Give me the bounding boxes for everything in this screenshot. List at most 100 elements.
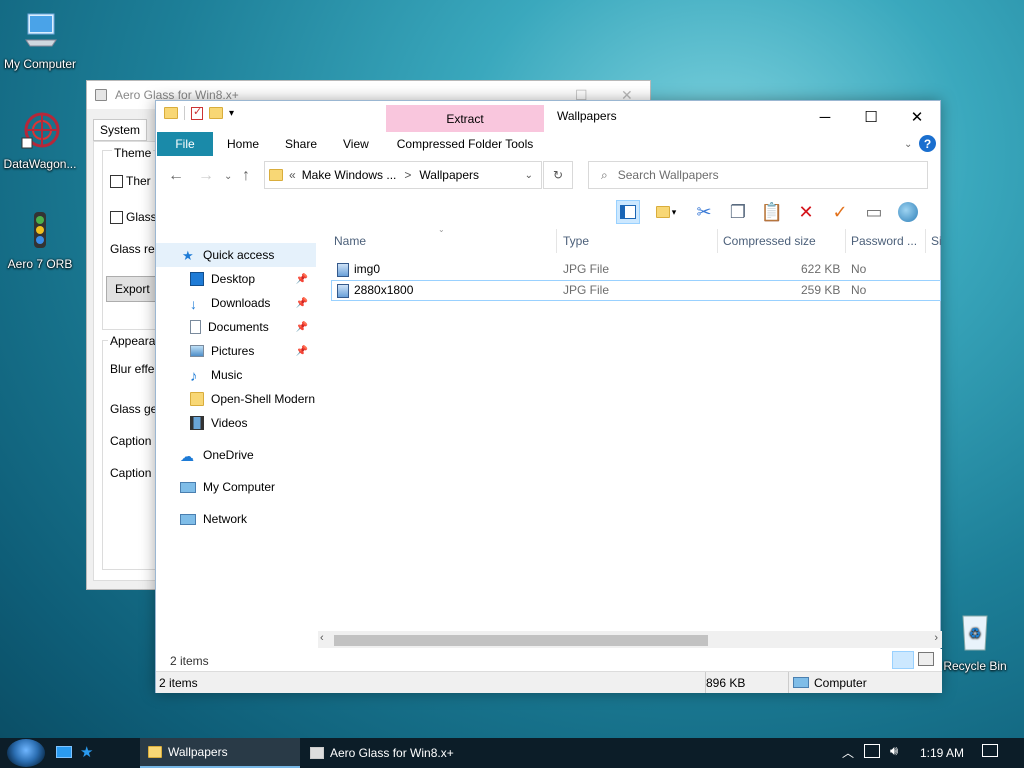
network-tray-icon[interactable]: [864, 744, 880, 758]
quick-launch-star-icon[interactable]: ★: [80, 743, 93, 761]
image-file-icon: [337, 283, 349, 298]
nav-downloads[interactable]: ↓ Downloads 📌: [156, 291, 316, 315]
nav-quick-access[interactable]: ★ Quick access: [156, 243, 316, 267]
nav-music[interactable]: ♪ Music: [156, 363, 316, 387]
back-arrow-icon[interactable]: ←: [168, 167, 184, 185]
nav-documents[interactable]: Documents 📌: [156, 315, 316, 339]
nav-onedrive[interactable]: ☁ OneDrive: [156, 443, 316, 467]
file-type-cell: JPG File: [563, 262, 610, 276]
details-view-icon[interactable]: [892, 651, 914, 669]
breadcrumb-separator-icon[interactable]: >: [404, 168, 411, 182]
music-icon: ♪: [190, 368, 198, 385]
help-icon[interactable]: ?: [919, 135, 936, 152]
caption-label-2: Caption: [110, 466, 152, 480]
tab-compressed-folder-tools[interactable]: Compressed Folder Tools: [386, 132, 544, 156]
checkbox-label: Glass: [126, 210, 157, 224]
check-icon[interactable]: ✓: [828, 200, 852, 224]
explorer-window[interactable]: ✓ ▾ Extract Wallpapers ─ ☐ ✕ File Home S…: [155, 100, 942, 693]
start-orb-icon[interactable]: [7, 739, 45, 767]
theme-checkbox[interactable]: Ther: [110, 174, 151, 189]
videos-icon: [190, 416, 204, 430]
show-desktop-icon[interactable]: [56, 746, 72, 758]
horizontal-scrollbar[interactable]: ‹ ›: [318, 631, 942, 648]
forward-arrow-icon[interactable]: →: [198, 167, 214, 185]
window-title: Wallpapers: [557, 109, 617, 123]
nav-open-shell[interactable]: Open-Shell Modern: [156, 387, 316, 411]
glass-geometry-label: Glass ge: [110, 402, 158, 416]
file-row[interactable]: img0 JPG File 622 KB No: [331, 259, 941, 280]
nav-videos[interactable]: Videos: [156, 411, 316, 435]
address-bar[interactable]: « Make Windows ... > Wallpapers ⌄: [264, 161, 542, 189]
minimize-icon[interactable]: ─: [802, 105, 848, 129]
status-size: 896 KB: [706, 676, 746, 690]
pin-icon[interactable]: 📌: [296, 346, 308, 357]
column-header-compressed-size[interactable]: Compressed size: [718, 229, 846, 253]
tab-file[interactable]: File: [157, 132, 213, 156]
breadcrumb-segment[interactable]: Wallpapers: [419, 168, 479, 182]
search-box[interactable]: ⌕ Search Wallpapers: [588, 161, 928, 189]
nav-my-computer[interactable]: My Computer: [156, 475, 316, 499]
nav-label: Network: [203, 512, 248, 526]
scrollbar-thumb[interactable]: [334, 635, 708, 646]
explorer-titlebar[interactable]: ✓ ▾ Extract Wallpapers ─ ☐ ✕: [156, 101, 940, 154]
large-icons-view-icon[interactable]: [918, 652, 934, 666]
pin-icon[interactable]: 📌: [296, 274, 308, 285]
clock[interactable]: 1:19 AM: [920, 746, 964, 760]
volume-icon[interactable]: 🔊︎: [890, 743, 898, 759]
column-header-size[interactable]: Si: [926, 229, 942, 253]
close-icon[interactable]: ✕: [894, 105, 940, 129]
pin-icon[interactable]: 📌: [296, 322, 308, 333]
column-header-type[interactable]: Type: [558, 229, 718, 253]
copy-icon[interactable]: ❐: [726, 200, 750, 224]
tab-share[interactable]: Share: [285, 132, 317, 156]
scroll-right-icon[interactable]: ›: [934, 632, 938, 644]
address-dropdown-icon[interactable]: ⌄: [525, 170, 533, 181]
glass-checkbox[interactable]: Glass: [110, 210, 157, 225]
maximize-icon[interactable]: ☐: [848, 105, 894, 129]
address-overflow[interactable]: «: [289, 168, 296, 182]
nav-desktop[interactable]: Desktop 📌: [156, 267, 316, 291]
folder-icon: [148, 746, 162, 758]
recycle-bin-icon: ♻: [962, 615, 988, 651]
file-compressed-size-cell: 622 KB: [801, 262, 841, 276]
shell-icon[interactable]: [896, 200, 920, 224]
tab-system[interactable]: System: [93, 119, 148, 141]
tray-overflow-icon[interactable]: ︿: [842, 744, 854, 761]
scroll-left-icon[interactable]: ‹: [320, 632, 324, 644]
taskbar-item-aero-glass[interactable]: Aero Glass for Win8.x+: [302, 738, 462, 768]
extract-tab[interactable]: Extract: [386, 112, 544, 126]
refresh-icon[interactable]: ↻: [543, 161, 573, 189]
navigation-pane-icon[interactable]: [616, 200, 640, 224]
taskbar-item-wallpapers[interactable]: Wallpapers: [140, 738, 300, 768]
layout-menu-icon[interactable]: ▾: [650, 200, 682, 224]
desktop-icon-my-computer[interactable]: My Computer: [0, 10, 80, 71]
breadcrumb-segment[interactable]: Make Windows ...: [302, 168, 397, 182]
computer-icon: [25, 13, 57, 47]
desktop-icon-aero-orb[interactable]: Aero 7 ORB: [0, 210, 80, 271]
customize-qat-icon[interactable]: ▾: [229, 108, 234, 119]
nav-label: Desktop: [211, 272, 256, 286]
action-center-icon[interactable]: [982, 744, 998, 757]
expand-ribbon-icon[interactable]: ⌄: [904, 132, 912, 156]
properties-icon[interactable]: ▭: [862, 200, 886, 224]
paste-icon[interactable]: 📋: [760, 200, 784, 224]
up-arrow-icon[interactable]: ↑: [242, 167, 250, 185]
pin-icon[interactable]: 📌: [296, 298, 308, 309]
cut-icon[interactable]: ✂: [692, 200, 716, 224]
tab-home[interactable]: Home: [227, 132, 259, 156]
column-header-name[interactable]: Name: [329, 229, 557, 253]
desktop-icon-datawagon[interactable]: DataWagon...: [0, 110, 80, 171]
delete-icon[interactable]: ✕: [794, 200, 818, 224]
taskbar-item-label: Wallpapers: [168, 745, 228, 759]
column-header-password[interactable]: Password ...: [846, 229, 926, 253]
checkbox-icon: [110, 211, 123, 225]
recent-locations-icon[interactable]: ⌄: [224, 171, 232, 182]
new-folder-icon[interactable]: [209, 107, 223, 119]
desktop-icon-recycle-bin[interactable]: ♻ Recycle Bin: [935, 612, 1015, 673]
properties-icon[interactable]: ✓: [191, 106, 203, 120]
nav-network[interactable]: Network: [156, 507, 316, 531]
file-row[interactable]: 2880x1800 JPG File 259 KB No: [331, 280, 941, 301]
nav-label: My Computer: [203, 480, 276, 494]
nav-pictures[interactable]: Pictures 📌: [156, 339, 316, 363]
tab-view[interactable]: View: [343, 132, 369, 156]
